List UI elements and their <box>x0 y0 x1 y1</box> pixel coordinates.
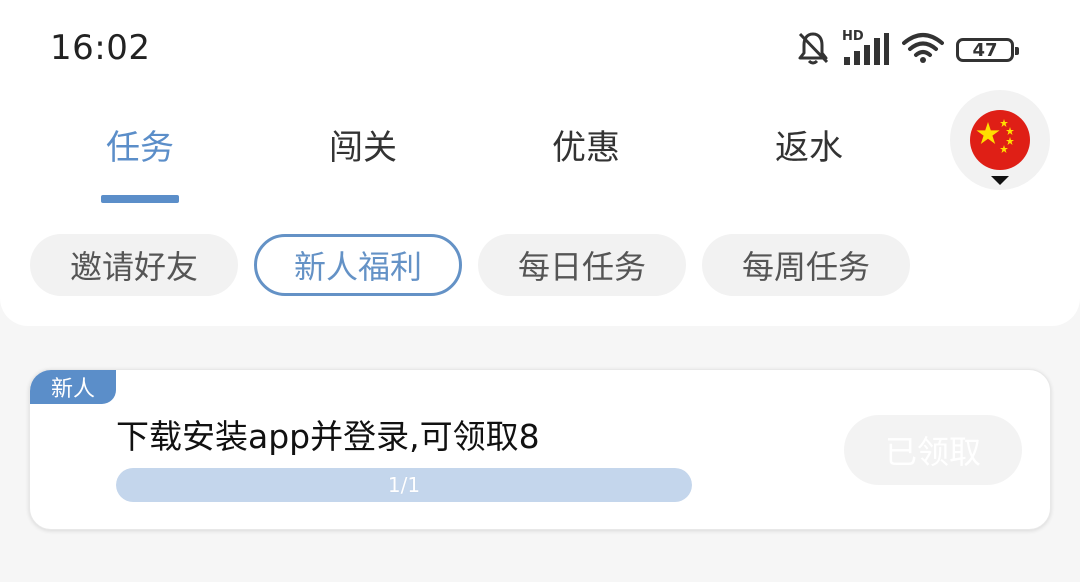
newcomer-badge: 新人 <box>30 370 116 404</box>
battery-icon: 47 <box>956 38 1019 62</box>
status-icons: HD 47 <box>796 29 1019 70</box>
claimed-button[interactable]: 已领取 <box>844 415 1022 485</box>
wifi-icon <box>902 32 944 68</box>
tab-tasks[interactable]: 任务 <box>106 120 174 169</box>
tab-levels[interactable]: 闯关 <box>329 120 397 169</box>
subtab-invite-friends[interactable]: 邀请好友 <box>30 234 238 296</box>
chevron-down-icon <box>991 176 1009 185</box>
tab-rebate[interactable]: 返水 <box>775 120 843 169</box>
status-time: 16:02 <box>50 28 151 68</box>
task-card: 新人 下载安装app并登录,可领取8 1/1 已领取 <box>29 369 1051 530</box>
subtab-newcomer-benefits[interactable]: 新人福利 <box>254 234 462 296</box>
main-tabs: 任务 闯关 优惠 返水 <box>0 120 940 210</box>
top-panel: 16:02 HD 47 任务 闯关 优惠 返水 邀请好友 新人福利 每日任务 每… <box>0 0 1080 326</box>
china-flag-icon <box>970 110 1030 170</box>
tab-promotions[interactable]: 优惠 <box>552 120 620 169</box>
sub-tabs: 邀请好友 新人福利 每日任务 每周任务 <box>30 234 910 296</box>
task-title: 下载安装app并登录,可领取8 <box>116 417 540 456</box>
language-selector-button[interactable] <box>950 90 1050 190</box>
subtab-weekly-tasks[interactable]: 每周任务 <box>702 234 910 296</box>
bell-muted-icon <box>796 30 830 70</box>
active-tab-indicator <box>101 195 179 203</box>
signal-icon: HD <box>842 29 890 67</box>
progress-text: 1/1 <box>387 473 421 497</box>
subtab-daily-tasks[interactable]: 每日任务 <box>478 234 686 296</box>
task-progress-bar: 1/1 <box>116 468 692 502</box>
